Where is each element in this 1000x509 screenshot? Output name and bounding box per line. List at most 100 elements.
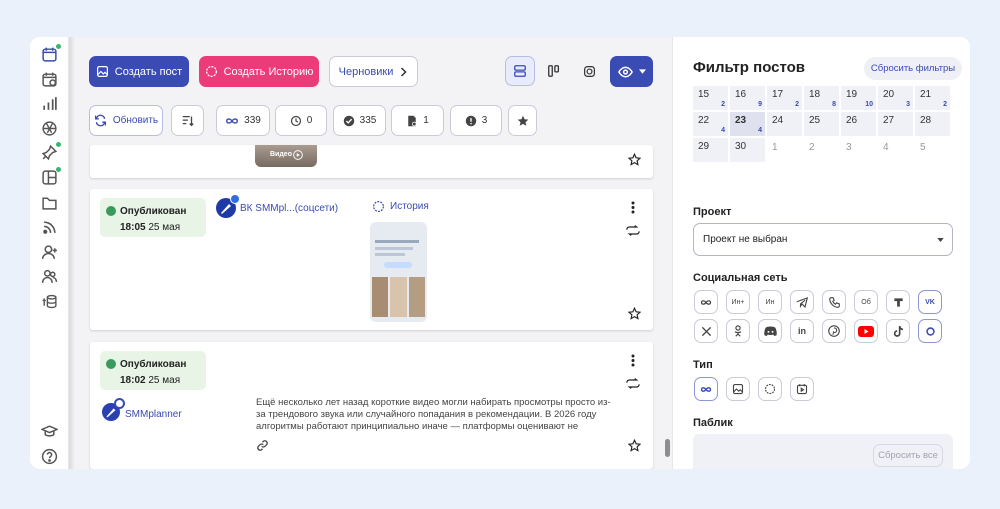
filter-all-button[interactable]: 339 bbox=[216, 105, 270, 136]
calendar: 15 2 16 9 17 2 18 8 19 10 20 3 21 2 22 4 23 4 24 … bbox=[693, 86, 958, 162]
project-label: Проект bbox=[693, 206, 732, 218]
calendar-day[interactable]: 20 3 bbox=[878, 86, 913, 110]
billing-icon[interactable] bbox=[41, 293, 58, 310]
calendar-day[interactable]: 15 2 bbox=[693, 86, 728, 110]
repost-icon[interactable] bbox=[626, 225, 640, 236]
more-vertical-icon[interactable] bbox=[631, 354, 635, 367]
more-vertical-icon[interactable] bbox=[631, 201, 635, 214]
calendar-day-next-month[interactable]: 1 bbox=[767, 138, 802, 162]
users-icon[interactable] bbox=[41, 268, 58, 285]
social-vk-button[interactable]: VK bbox=[918, 290, 942, 314]
calendar-day[interactable]: 16 9 bbox=[730, 86, 765, 110]
calendar-posts-icon[interactable] bbox=[41, 44, 61, 63]
aperture-icon[interactable] bbox=[41, 120, 58, 137]
social-instagram-plus-button[interactable]: Ин+ bbox=[726, 290, 750, 314]
reset-all-button[interactable]: Сбросить все bbox=[873, 444, 943, 467]
post-card[interactable]: Видео bbox=[90, 145, 653, 178]
folder-icon[interactable] bbox=[41, 194, 58, 211]
caret-down-icon bbox=[638, 69, 646, 74]
calendar-day[interactable]: 25 bbox=[804, 112, 839, 136]
favorite-star-icon[interactable] bbox=[628, 307, 641, 320]
preview-line bbox=[375, 240, 419, 243]
post-thumbnail[interactable]: Видео bbox=[255, 145, 317, 167]
visibility-dropdown[interactable] bbox=[610, 56, 653, 87]
calendar-day-next-month[interactable]: 3 bbox=[841, 138, 876, 162]
analytics-icon[interactable] bbox=[41, 95, 58, 112]
calendar-clock-icon[interactable] bbox=[41, 71, 58, 88]
social-ok-button[interactable]: Об bbox=[854, 290, 878, 314]
calendar-day-next-month[interactable]: 4 bbox=[878, 138, 913, 162]
calendar-day[interactable]: 24 bbox=[767, 112, 802, 136]
infinity-icon bbox=[700, 386, 712, 392]
social-youtube-button[interactable] bbox=[854, 319, 878, 343]
link-icon[interactable] bbox=[256, 439, 269, 452]
social-pinterest-button[interactable] bbox=[822, 319, 846, 343]
calendar-day[interactable]: 30 bbox=[730, 138, 765, 162]
type-video-button[interactable] bbox=[790, 377, 814, 401]
social-odnoklassniki-button[interactable] bbox=[726, 319, 750, 343]
create-story-button[interactable]: Создать Историю bbox=[199, 56, 319, 87]
story-preview[interactable] bbox=[370, 222, 427, 322]
help-icon[interactable] bbox=[41, 448, 58, 465]
repost-icon[interactable] bbox=[626, 378, 640, 389]
project-select[interactable]: Проект не выбран bbox=[693, 223, 953, 256]
calendar-day-next-month[interactable]: 5 bbox=[915, 138, 950, 162]
post-card[interactable]: Опубликован 18:05 25 мая ВК SMMpl...(соц… bbox=[90, 189, 653, 330]
filter-scheduled-button[interactable]: 0 bbox=[275, 105, 327, 136]
calendar-day-today[interactable]: 23 4 bbox=[730, 112, 765, 136]
social-telegram-button[interactable] bbox=[790, 290, 814, 314]
filter-favorites-button[interactable] bbox=[508, 105, 537, 136]
social-telegraph-button[interactable] bbox=[886, 290, 910, 314]
social-discord-button[interactable] bbox=[758, 319, 782, 343]
social-tiktok-button[interactable] bbox=[886, 319, 910, 343]
calendar-day[interactable]: 18 8 bbox=[804, 86, 839, 110]
social-linkedin-button[interactable]: in bbox=[790, 319, 814, 343]
drafts-button[interactable]: Черновики bbox=[329, 56, 418, 87]
social-max-button[interactable] bbox=[918, 319, 942, 343]
type-post-button[interactable] bbox=[726, 377, 750, 401]
social-instagram-button[interactable]: Ин bbox=[758, 290, 782, 314]
pin-icon[interactable] bbox=[41, 142, 61, 161]
post-card[interactable]: Опубликован 18:02 25 мая SMMplanner Ещё … bbox=[90, 342, 653, 469]
post-text[interactable]: Ещё несколько лет назад короткие видео м… bbox=[256, 397, 613, 434]
refresh-button[interactable]: Обновить bbox=[89, 105, 163, 136]
calendar-day[interactable]: 27 bbox=[878, 112, 913, 136]
list-view-button[interactable] bbox=[505, 56, 535, 86]
filter-errors-button[interactable]: 3 bbox=[450, 105, 502, 136]
posts-area: Создать пост Создать Историю Черновики О… bbox=[75, 37, 672, 469]
education-icon[interactable] bbox=[41, 423, 58, 440]
social-network-label: Социальная сеть bbox=[693, 272, 788, 284]
instagram-view-button[interactable] bbox=[575, 56, 603, 86]
rss-icon[interactable] bbox=[41, 219, 58, 236]
social-phone-button[interactable] bbox=[822, 290, 846, 314]
calendar-day[interactable]: 21 2 bbox=[915, 86, 950, 110]
calendar-day[interactable]: 19 10 bbox=[841, 86, 876, 110]
instagram-icon: Ин bbox=[765, 298, 775, 306]
calendar-day-next-month[interactable]: 2 bbox=[804, 138, 839, 162]
type-story-button[interactable] bbox=[758, 377, 782, 401]
scrollbar-thumb[interactable] bbox=[665, 439, 670, 457]
favorite-star-icon[interactable] bbox=[628, 439, 641, 452]
social-all-button[interactable] bbox=[694, 290, 718, 314]
type-all-button[interactable] bbox=[694, 377, 718, 401]
calendar-day[interactable]: 28 bbox=[915, 112, 950, 136]
social-x-button[interactable] bbox=[694, 319, 718, 343]
reset-filters-button[interactable]: Сбросить фильтры bbox=[864, 57, 962, 80]
count-all: 339 bbox=[244, 115, 261, 126]
account-name[interactable]: SMMplanner bbox=[125, 409, 182, 420]
board-view-button[interactable] bbox=[540, 56, 568, 86]
calendar-day[interactable]: 17 2 bbox=[767, 86, 802, 110]
sidebar bbox=[30, 37, 69, 469]
filter-drafts-button[interactable]: 1 bbox=[391, 105, 444, 136]
calendar-day[interactable]: 29 bbox=[693, 138, 728, 162]
calendar-day[interactable]: 26 bbox=[841, 112, 876, 136]
account-name[interactable]: ВК SMMpl...(соцсети) bbox=[240, 203, 338, 214]
filter-published-button[interactable]: 335 bbox=[333, 105, 386, 136]
layout-icon[interactable] bbox=[41, 167, 61, 186]
favorite-star-icon[interactable] bbox=[628, 153, 641, 166]
sort-button[interactable] bbox=[171, 105, 204, 136]
create-post-button[interactable]: Создать пост bbox=[89, 56, 189, 87]
add-user-icon[interactable] bbox=[41, 244, 58, 261]
preview-line bbox=[375, 253, 405, 256]
calendar-day[interactable]: 22 4 bbox=[693, 112, 728, 136]
